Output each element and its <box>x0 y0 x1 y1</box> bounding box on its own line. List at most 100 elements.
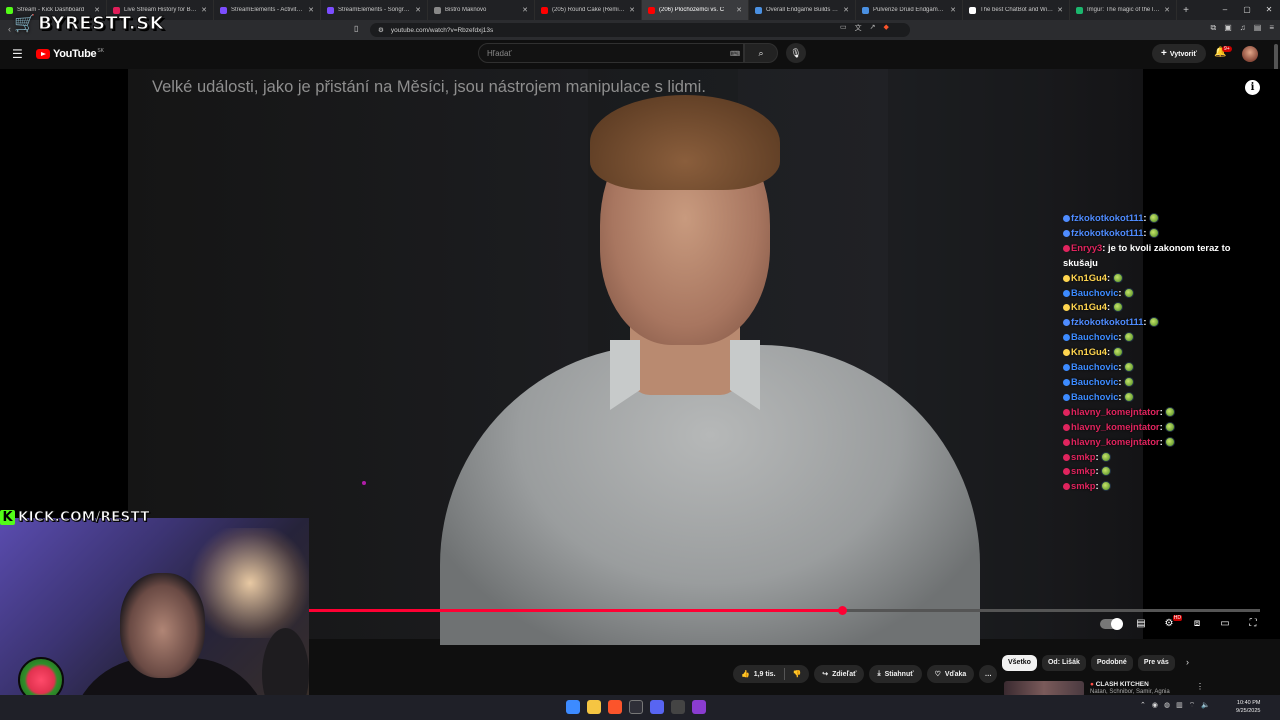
address-field[interactable]: ⚙ youtube.com/watch?v=Rbzefdxj13s <box>370 23 910 37</box>
extensions-icon[interactable]: ⧉ <box>1210 23 1216 33</box>
info-icon[interactable]: i <box>1245 80 1260 95</box>
maximize-icon[interactable]: ▢ <box>1236 0 1258 20</box>
video-speaker <box>440 95 980 645</box>
back-icon[interactable]: ‹ <box>8 24 11 34</box>
like-count[interactable]: 1,9 tis. <box>754 671 776 678</box>
chat-username: Kn1Gu4 <box>1071 346 1107 358</box>
browser-tab[interactable]: (205) Round Cake (Remix) [Drei ✕ <box>535 0 642 20</box>
browser-tab[interactable]: Pulverize Druid Endgame Guide ✕ <box>856 0 963 20</box>
tray-app-icon[interactable]: ◍ <box>1164 701 1170 710</box>
like-icon[interactable]: 👍 <box>741 670 750 678</box>
filter-chip[interactable]: Podobné <box>1090 655 1133 671</box>
recommended-menu-icon[interactable]: ⋮ <box>1196 682 1204 691</box>
autoplay-toggle[interactable] <box>1100 617 1123 630</box>
browser-tab[interactable]: The best ChatBot and Widgets ✕ <box>963 0 1070 20</box>
kick-url-text: KICK.COM/RESTT <box>18 509 150 526</box>
minimize-icon[interactable]: – <box>1214 0 1236 20</box>
tab-title: Overall Endgame Builds Tier Li <box>766 7 839 13</box>
subtitles-icon[interactable]: ▤ <box>1132 618 1150 629</box>
discord-icon[interactable] <box>650 700 664 714</box>
share-button[interactable]: ↪ Zdieľať <box>814 665 865 683</box>
bookmark-icon[interactable]: ▯ <box>354 24 358 33</box>
browser-tab[interactable]: StreamElements - Songrequest ✕ <box>321 0 428 20</box>
region-code: SK <box>97 48 104 54</box>
user-badge-icon <box>1063 483 1070 491</box>
network-icon[interactable]: ⌔ <box>1189 701 1196 710</box>
chevron-right-icon[interactable]: › <box>1186 657 1189 667</box>
theater-mode-icon[interactable]: ▭ <box>1216 618 1234 629</box>
browser-tab[interactable]: Overall Endgame Builds Tier Li ✕ <box>749 0 856 20</box>
sidebar-icon[interactable]: ▣ <box>1224 23 1232 33</box>
keyboard-layout-icon[interactable]: ▥ <box>1176 701 1183 710</box>
download-button[interactable]: ⤓ Stiahnuť <box>869 665 922 683</box>
browser-tab[interactable]: (206) Plochozemci vs. C ✕ <box>642 0 749 20</box>
fullscreen-icon[interactable]: ⛶ <box>1244 618 1262 629</box>
browser-tab[interactable]: Imgur: The magic of the Intern ✕ <box>1070 0 1177 20</box>
keyboard-icon[interactable]: ⌨ <box>730 50 740 58</box>
site-info-icon[interactable]: ⚙ <box>378 26 384 34</box>
obs-icon[interactable] <box>671 700 685 714</box>
miniplayer-icon[interactable]: ⧈ <box>1188 618 1206 629</box>
chat-message: Bauchovic: <box>1063 286 1263 301</box>
translate-icon[interactable]: 文 <box>855 23 862 33</box>
dislike-icon[interactable]: 👎 <box>793 670 802 678</box>
tab-close-icon[interactable]: ✕ <box>201 6 207 14</box>
webcam-lamp <box>190 528 309 638</box>
video-progress-bar[interactable] <box>309 606 1260 615</box>
user-badge-icon <box>1063 468 1070 476</box>
more-actions-button[interactable]: … <box>979 665 998 683</box>
wallet-icon[interactable]: ▤ <box>1254 23 1262 33</box>
tab-close-icon[interactable]: ✕ <box>308 6 314 14</box>
tab-close-icon[interactable]: ✕ <box>950 6 956 14</box>
tab-close-icon[interactable]: ✕ <box>843 6 849 14</box>
search-input[interactable]: Hľadať <box>478 43 744 63</box>
brave-browser-icon[interactable] <box>608 700 622 714</box>
tab-close-icon[interactable]: ✕ <box>736 6 742 14</box>
app-icon[interactable] <box>692 700 706 714</box>
cast-icon[interactable]: ▭ <box>840 23 847 33</box>
browser-tab[interactable]: Bistro Maknovo ✕ <box>428 0 535 20</box>
share-page-icon[interactable]: ↗ <box>870 23 876 33</box>
progress-scrubber[interactable] <box>837 606 847 615</box>
filter-chip[interactable]: Pre vás <box>1137 655 1175 671</box>
chat-message: smkp: <box>1063 450 1263 465</box>
chat-message: Kn1Gu4: <box>1063 345 1263 360</box>
settings-gear-icon[interactable]: ⚙ HD <box>1160 615 1182 629</box>
menu-hamburger-icon[interactable]: ☰ <box>12 47 23 61</box>
search-button[interactable]: ⌕ <box>744 43 778 63</box>
chat-username: Bauchovic <box>1071 390 1119 402</box>
file-explorer-icon[interactable] <box>587 700 601 714</box>
taskbar-clock[interactable]: 10:40 PM 9/25/2025 <box>1236 699 1260 715</box>
youtube-logo[interactable]: YouTube SK <box>36 48 104 60</box>
tray-chevron-icon[interactable]: ⌃ <box>1140 701 1146 710</box>
create-button[interactable]: + Vytvoriť <box>1152 44 1206 63</box>
voice-search-button[interactable]: 🎙 <box>786 43 806 63</box>
brave-shield-icon[interactable]: ◆ <box>884 23 889 33</box>
chat-username: hlavny_komejntator <box>1071 435 1160 447</box>
tab-close-icon[interactable]: ✕ <box>415 6 421 14</box>
browser-tab[interactable]: StreamElements - Activity feed ✕ <box>214 0 321 20</box>
media-icon[interactable]: ♫ <box>1240 23 1246 33</box>
tab-close-icon[interactable]: ✕ <box>629 6 635 14</box>
chat-message: Bauchovic: <box>1063 375 1263 390</box>
chat-username: Bauchovic <box>1071 286 1119 298</box>
new-tab-icon[interactable]: + <box>1177 5 1195 16</box>
filter-chip[interactable]: Od: Lišák <box>1041 655 1086 671</box>
download-label: Stiahnuť <box>884 670 914 678</box>
filter-chip[interactable]: Všetko <box>1002 655 1037 671</box>
account-avatar[interactable] <box>1242 46 1258 62</box>
tab-close-icon[interactable]: ✕ <box>522 6 528 14</box>
tray-app-icon[interactable]: ◉ <box>1152 701 1158 710</box>
chat-message: smkp: <box>1063 479 1263 494</box>
windows-start-icon[interactable] <box>566 700 580 714</box>
terminal-icon[interactable] <box>629 700 643 714</box>
tab-close-icon[interactable]: ✕ <box>1057 6 1063 14</box>
menu-icon[interactable]: ≡ <box>1269 23 1274 33</box>
stream-brand-overlay: 🛒 BYRESTT.SK <box>14 13 164 35</box>
tab-close-icon[interactable]: ✕ <box>1164 6 1170 14</box>
stream-chat-overlay: fzkokotkokot111: fzkokotkokot111: Enryy3… <box>1063 211 1263 494</box>
thanks-button[interactable]: ♡ Vďaka <box>926 665 975 683</box>
volume-icon[interactable]: 🔈 <box>1201 701 1210 710</box>
close-icon[interactable]: ✕ <box>1258 0 1280 20</box>
recommended-title[interactable]: ● CLASH KITCHEN <box>1090 681 1170 689</box>
